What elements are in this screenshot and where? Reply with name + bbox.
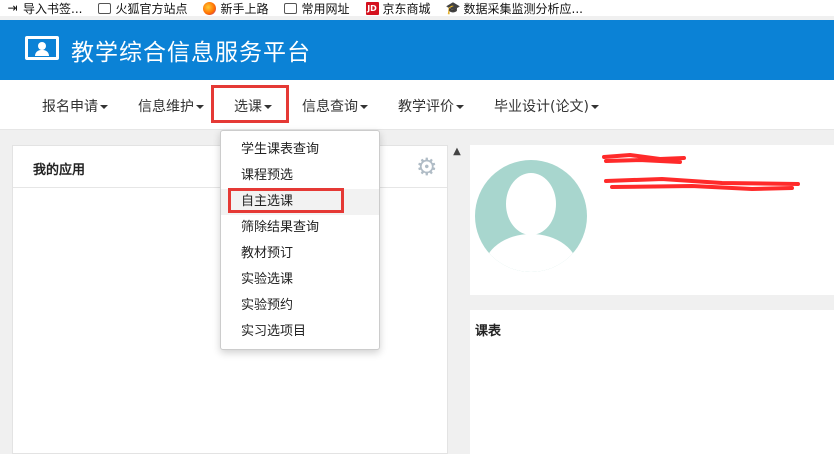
nav-graduation-design[interactable]: 毕业设计(论文) <box>494 96 599 116</box>
site-header: 教学综合信息服务平台 <box>0 20 834 80</box>
caret-down-icon <box>196 105 204 109</box>
nav-highlight-box <box>211 85 289 123</box>
nav-registration[interactable]: 报名申请 <box>42 96 108 116</box>
menu-highlight-box <box>228 188 344 213</box>
folder-icon <box>98 2 112 14</box>
nav-info-maintenance[interactable]: 信息维护 <box>138 96 204 116</box>
menu-item-course-preselect[interactable]: 课程预选 <box>221 163 379 189</box>
schedule-panel: 课表 <box>470 310 834 454</box>
bookmark-label: 火狐官方站点 <box>115 1 188 16</box>
nav-teaching-evaluation[interactable]: 教学评价 <box>398 96 464 116</box>
avatar <box>475 160 587 272</box>
bookmark-common-sites[interactable]: 常用网址 <box>284 0 350 16</box>
gear-icon[interactable]: ⚙ <box>416 155 440 179</box>
panel-title: 课表 <box>475 324 502 339</box>
caret-down-icon <box>590 105 599 109</box>
profile-panel <box>470 145 834 295</box>
menu-item-lab-course[interactable]: 实验选课 <box>221 267 379 293</box>
bookmark-data-monitor[interactable]: 🎓 数据采集监测分析应... <box>445 0 583 16</box>
course-selection-dropdown: 学生课表查询 课程预选 自主选课 筛除结果查询 教材预订 实验选课 实验预约 实… <box>220 130 380 350</box>
bookmark-label: 导入书签... <box>23 1 83 16</box>
caret-down-icon <box>456 105 464 109</box>
bookmark-jd[interactable]: JD 京东商城 <box>365 0 431 16</box>
nav-label: 信息查询 <box>302 99 358 115</box>
nav-label: 信息维护 <box>138 99 194 115</box>
nav-label: 报名申请 <box>42 99 98 115</box>
panel-title: 我的应用 <box>33 163 86 178</box>
scroll-up-icon[interactable]: ▲ <box>451 146 463 158</box>
menu-item-filter-results[interactable]: 筛除结果查询 <box>221 215 379 241</box>
caret-down-icon <box>360 105 368 109</box>
nav-label: 毕业设计(论文) <box>494 99 589 115</box>
platform-logo-icon <box>25 36 59 64</box>
bookmark-import[interactable]: ⇥ 导入书签... <box>6 0 82 16</box>
redaction-mark <box>602 152 686 164</box>
jd-icon: JD <box>365 1 379 15</box>
bookmark-firefox-official[interactable]: 火狐官方站点 <box>98 0 187 16</box>
bookmark-label: 常用网址 <box>301 1 350 16</box>
menu-item-lab-booking[interactable]: 实验预约 <box>221 293 379 319</box>
redaction-mark <box>604 176 800 192</box>
bookmarks-bar: ⇥ 导入书签... 火狐官方站点 新手上路 常用网址 JD 京东商城 🎓 数据采… <box>0 0 834 16</box>
bookmark-label: 京东商城 <box>382 1 431 16</box>
nav-info-query[interactable]: 信息查询 <box>302 96 368 116</box>
caret-down-icon <box>100 105 108 109</box>
firefox-icon <box>203 1 217 15</box>
bookmark-getting-started[interactable]: 新手上路 <box>203 0 268 16</box>
main-nav: 报名申请 信息维护 选课 信息查询 教学评价 毕业设计(论文) <box>0 80 834 130</box>
import-icon: ⇥ <box>7 1 18 15</box>
folder-icon <box>284 2 298 14</box>
bookmark-label: 新手上路 <box>220 1 269 16</box>
site-title: 教学综合信息服务平台 <box>71 40 311 66</box>
nav-label: 教学评价 <box>398 99 454 115</box>
menu-item-textbook-order[interactable]: 教材预订 <box>221 241 379 267</box>
menu-item-internship-project[interactable]: 实习选项目 <box>221 319 379 345</box>
bookmark-label: 数据采集监测分析应... <box>463 1 583 16</box>
menu-item-student-timetable[interactable]: 学生课表查询 <box>221 137 379 163</box>
graduation-cap-icon: 🎓 <box>445 1 461 15</box>
